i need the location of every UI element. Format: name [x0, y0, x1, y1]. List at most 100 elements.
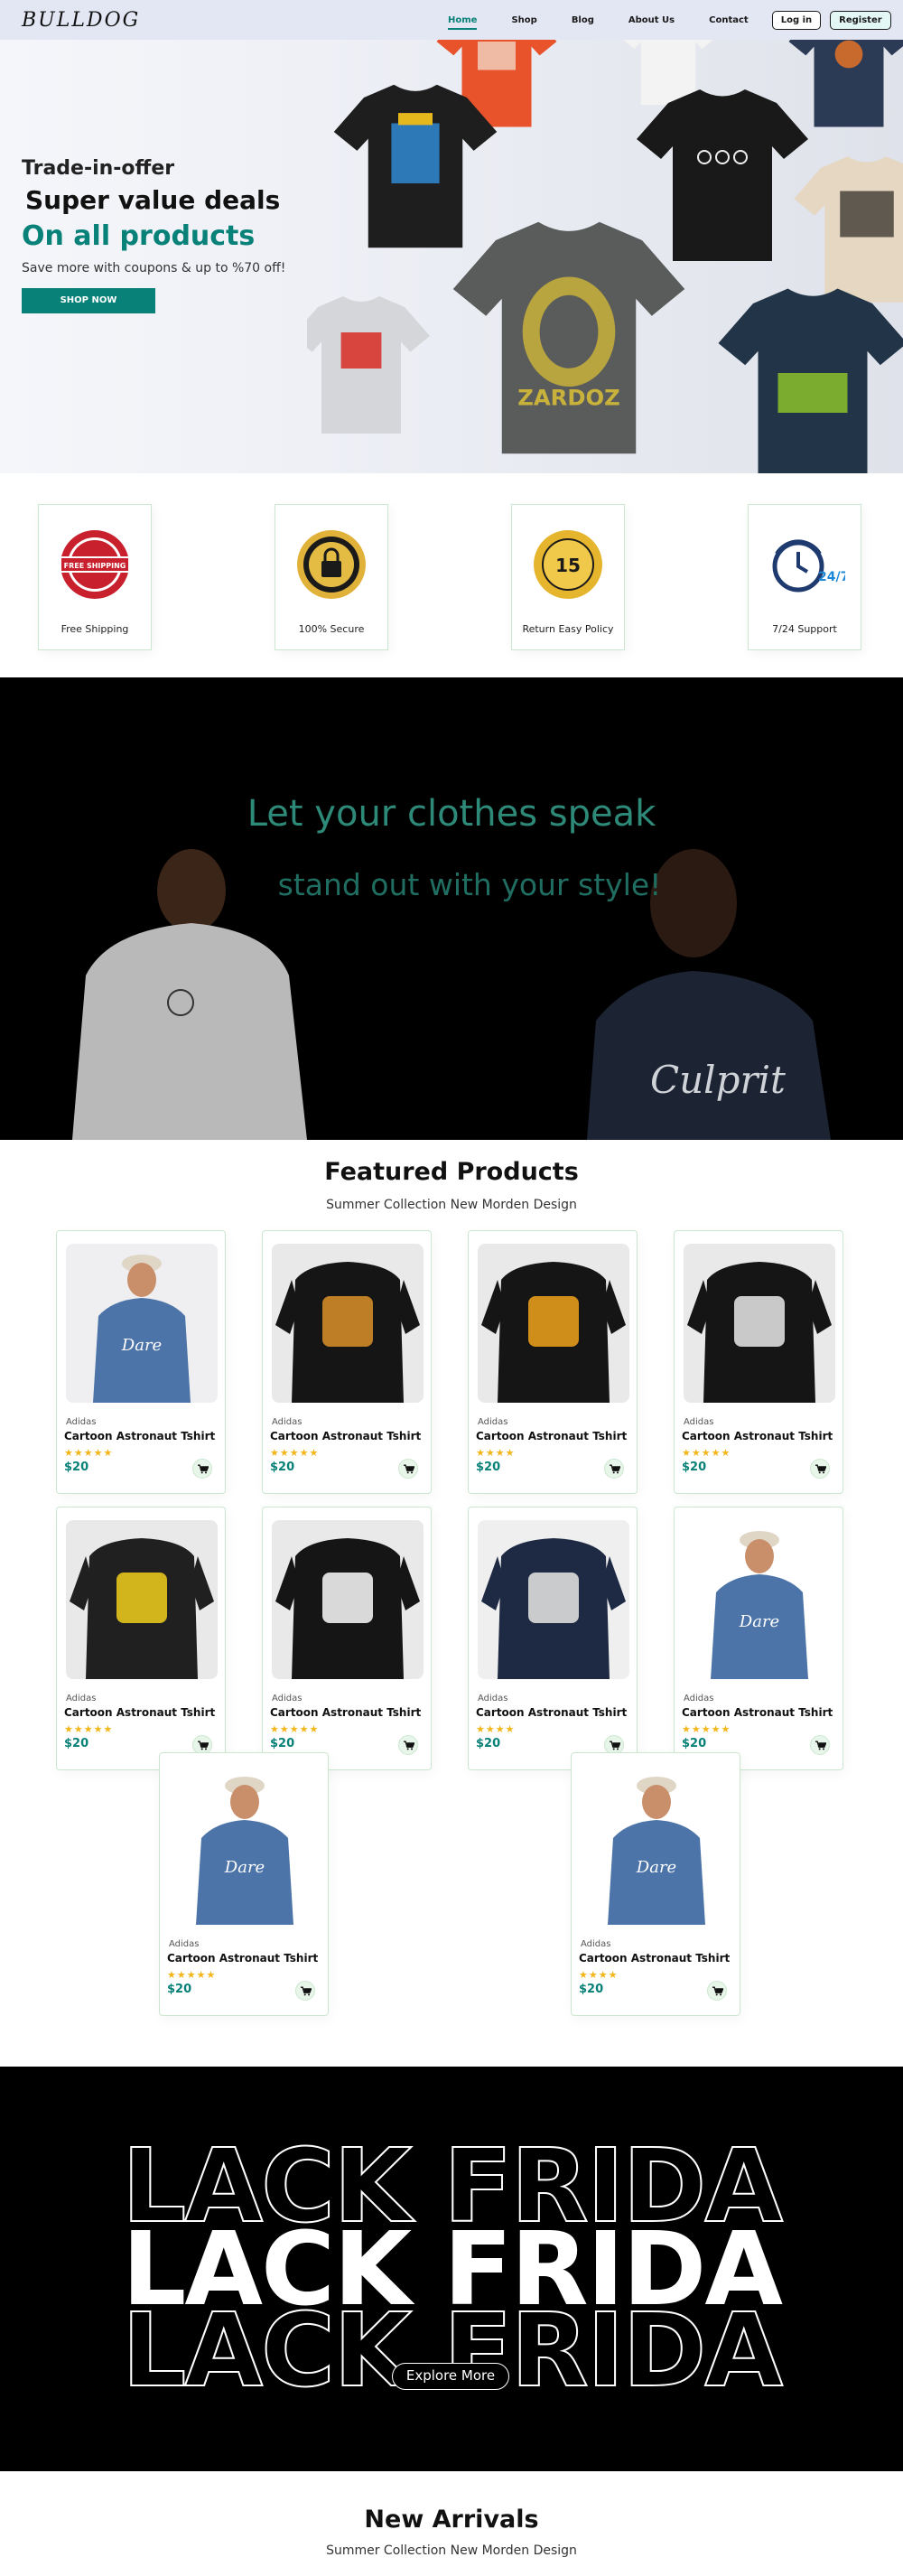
- product-price: $20: [64, 1461, 89, 1474]
- product-rating-stars: ★★★★★: [682, 1723, 731, 1735]
- product-price: $20: [270, 1461, 295, 1474]
- hero-highlight: On all products: [22, 220, 256, 252]
- svg-text:Dare: Dare: [121, 1336, 162, 1355]
- black-friday-outline-bottom: LACK FRIDA: [121, 2291, 784, 2411]
- product-price: $20: [270, 1737, 295, 1750]
- product-rating-stars: ★★★★★: [64, 1723, 114, 1735]
- product-image[interactable]: [272, 1520, 424, 1679]
- product-card[interactable]: Adidas Cartoon Astronaut Tshirt ★★★★★ $20: [56, 1507, 226, 1770]
- svg-text:Culprit: Culprit: [650, 1058, 786, 1102]
- logo[interactable]: BULLDOG: [22, 9, 140, 32]
- product-image[interactable]: Dare: [169, 1766, 321, 1925]
- nav-link-shop[interactable]: Shop: [511, 15, 536, 25]
- feature-label: 7/24 Support: [772, 623, 837, 635]
- add-to-cart-icon[interactable]: [398, 1735, 418, 1755]
- hero-heading: Super value deals: [25, 185, 281, 215]
- features-section: FREE SHIPPING Free Shipping 100% Secure …: [0, 473, 903, 677]
- free-shipping-badge-icon: FREE SHIPPING: [60, 530, 130, 599]
- product-image[interactable]: [478, 1244, 629, 1403]
- product-name: Cartoon Astronaut Tshirt: [270, 1706, 422, 1719]
- nav-link-home[interactable]: Home: [448, 15, 478, 30]
- add-to-cart-icon[interactable]: [398, 1459, 418, 1479]
- product-name: Cartoon Astronaut Tshirt: [476, 1430, 628, 1442]
- product-card[interactable]: Dare Adidas Cartoon Astronaut Tshirt ★★★★★ $…: [159, 1752, 329, 2016]
- product-brand: Adidas: [478, 1417, 508, 1427]
- banner-heading: Let your clothes speak: [247, 793, 656, 835]
- support-clock-icon: 24/7: [772, 539, 849, 593]
- nav-link-about[interactable]: About Us: [628, 15, 675, 25]
- product-image[interactable]: [478, 1520, 629, 1679]
- banner-subheading: stand out with your style!: [277, 867, 662, 902]
- product-rating-stars: ★★★★★: [270, 1447, 320, 1459]
- svg-text:Dare: Dare: [739, 1612, 779, 1631]
- product-image[interactable]: Dare: [684, 1520, 835, 1679]
- shop-now-button[interactable]: SHOP NOW: [22, 288, 155, 313]
- product-name: Cartoon Astronaut Tshirt: [682, 1430, 833, 1442]
- register-button[interactable]: Register: [830, 10, 891, 30]
- product-rating-stars: ★★★★: [476, 1723, 516, 1735]
- add-to-cart-icon[interactable]: [604, 1459, 624, 1479]
- product-brand: Adidas: [66, 1417, 97, 1427]
- add-to-cart-icon[interactable]: [192, 1459, 212, 1479]
- svg-text:Dare: Dare: [224, 1858, 265, 1877]
- product-brand: Adidas: [478, 1694, 508, 1703]
- product-price: $20: [167, 1983, 192, 1996]
- feature-support: 24/7 7/24 Support: [748, 504, 861, 650]
- product-brand: Adidas: [684, 1417, 714, 1427]
- nav-link-blog[interactable]: Blog: [572, 15, 594, 25]
- svg-text:ZARDOZ: ZARDOZ: [517, 384, 620, 410]
- add-to-cart-icon[interactable]: [295, 1981, 315, 2001]
- svg-text:FREE SHIPPING: FREE SHIPPING: [64, 562, 126, 570]
- black-friday-banner: LACK FRIDA LACK FRIDA LACK FRIDA Explore…: [0, 2067, 903, 2471]
- product-image[interactable]: [684, 1244, 835, 1403]
- add-to-cart-icon[interactable]: [810, 1735, 830, 1755]
- product-card[interactable]: Adidas Cartoon Astronaut Tshirt ★★★★ $20: [468, 1507, 638, 1770]
- navbar: BULLDOG Home Shop Blog About Us Contact …: [0, 0, 903, 40]
- login-button[interactable]: Log in: [771, 10, 822, 30]
- product-image[interactable]: [66, 1520, 218, 1679]
- hero-subtitle: Trade-in-offer: [22, 157, 175, 180]
- product-price: $20: [476, 1737, 501, 1750]
- product-brand: Adidas: [684, 1694, 714, 1703]
- product-price: $20: [476, 1461, 501, 1474]
- product-rating-stars: ★★★★★: [167, 1969, 217, 1981]
- feature-label: 100% Secure: [298, 623, 365, 635]
- product-image[interactable]: Dare: [581, 1766, 732, 1925]
- svg-text:Dare: Dare: [636, 1858, 676, 1877]
- svg-text:15: 15: [555, 555, 581, 576]
- product-brand: Adidas: [581, 1939, 611, 1949]
- explore-more-button[interactable]: Explore More: [392, 2363, 509, 2390]
- product-name: Cartoon Astronaut Tshirt: [682, 1706, 833, 1719]
- product-card[interactable]: Adidas Cartoon Astronaut Tshirt ★★★★★ $20: [674, 1230, 843, 1494]
- style-banner: Culprit Let your clothes speak stand out…: [0, 677, 903, 1140]
- product-name: Cartoon Astronaut Tshirt: [270, 1430, 422, 1442]
- product-name: Cartoon Astronaut Tshirt: [476, 1706, 628, 1719]
- feature-free-shipping: FREE SHIPPING Free Shipping: [38, 504, 152, 650]
- product-price: $20: [682, 1737, 707, 1750]
- product-card[interactable]: Dare Adidas Cartoon Astronaut Tshirt ★★★★★ $…: [56, 1230, 226, 1494]
- hero-text: Save more with coupons & up to %70 off!: [22, 261, 286, 275]
- product-brand: Adidas: [272, 1417, 303, 1427]
- featured-subtitle: Summer Collection New Morden Design: [326, 1198, 577, 1212]
- feature-secure: 100% Secure: [275, 504, 388, 650]
- product-card[interactable]: Adidas Cartoon Astronaut Tshirt ★★★★★ $20: [262, 1230, 432, 1494]
- feature-returns: 15 Return Easy Policy: [511, 504, 625, 650]
- product-price: $20: [579, 1983, 604, 1996]
- product-card[interactable]: Adidas Cartoon Astronaut Tshirt ★★★★ $20: [468, 1230, 638, 1494]
- add-to-cart-icon[interactable]: [707, 1981, 727, 2001]
- product-image[interactable]: Dare: [66, 1244, 218, 1403]
- hero-text-block: Trade-in-offer Super value deals On all …: [22, 157, 285, 313]
- product-name: Cartoon Astronaut Tshirt: [64, 1430, 216, 1442]
- product-card[interactable]: Adidas Cartoon Astronaut Tshirt ★★★★★ $20: [262, 1507, 432, 1770]
- nav-links: Home Shop Blog About Us Contact Log in R…: [448, 0, 903, 40]
- feature-label: Free Shipping: [61, 623, 129, 635]
- new-arrivals-subtitle: Summer Collection New Morden Design: [326, 2543, 577, 2558]
- product-name: Cartoon Astronaut Tshirt: [579, 1952, 731, 1965]
- product-image[interactable]: [272, 1244, 424, 1403]
- product-card[interactable]: Dare Adidas Cartoon Astronaut Tshirt ★★★★ $2…: [571, 1752, 740, 2016]
- product-card[interactable]: Dare Adidas Cartoon Astronaut Tshirt ★★★★★ $…: [674, 1507, 843, 1770]
- nav-link-contact[interactable]: Contact: [709, 15, 749, 25]
- add-to-cart-icon[interactable]: [810, 1459, 830, 1479]
- product-rating-stars: ★★★★: [579, 1969, 619, 1981]
- product-price: $20: [682, 1461, 707, 1474]
